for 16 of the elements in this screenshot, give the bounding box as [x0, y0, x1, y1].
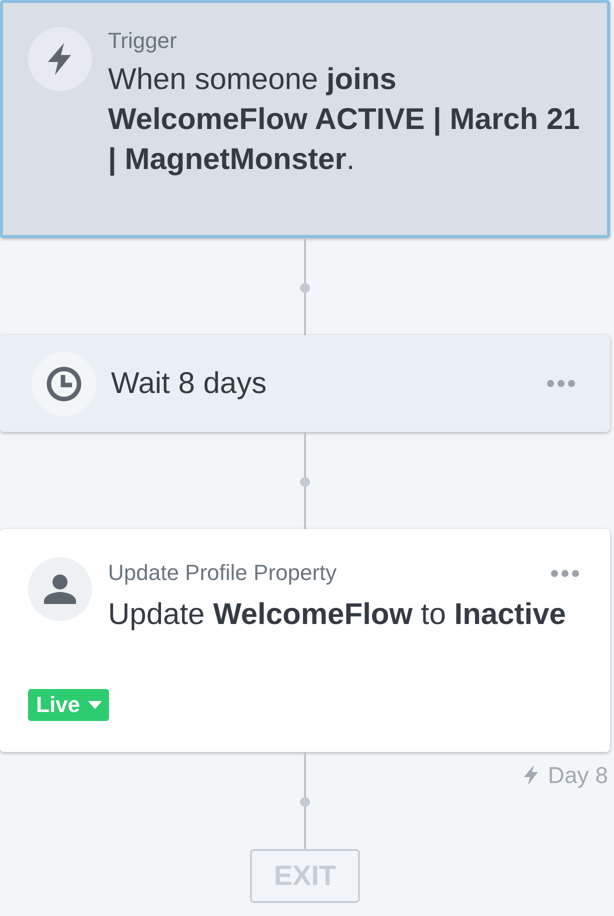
- step-description: Wait 8 days: [111, 366, 267, 402]
- clock-icon: [32, 352, 96, 416]
- more-icon[interactable]: [551, 570, 579, 576]
- delay-card[interactable]: Wait 8 days: [0, 335, 610, 432]
- step-type-label: Update Profile Property: [108, 559, 337, 587]
- caret-icon: [88, 701, 102, 709]
- step-type-label: Trigger: [108, 27, 177, 55]
- day-label: Day 8: [548, 761, 608, 789]
- trigger-card[interactable]: Trigger When someone joins WelcomeFlow ACTIVE | March 21 | MagnetMonster.: [0, 0, 610, 238]
- more-icon[interactable]: [547, 380, 575, 387]
- step-description: When someone joins WelcomeFlow ACTIVE | March 21 | MagnetMonster.: [108, 62, 581, 178]
- person-icon: [28, 557, 92, 621]
- action-card[interactable]: Update Profile Property Update WelcomeFlow to Inactive Live: [0, 529, 610, 752]
- step-description: Update WelcomeFlow to Inactive: [108, 597, 567, 633]
- bolt-icon: [28, 27, 92, 91]
- bolt-icon: [524, 765, 538, 785]
